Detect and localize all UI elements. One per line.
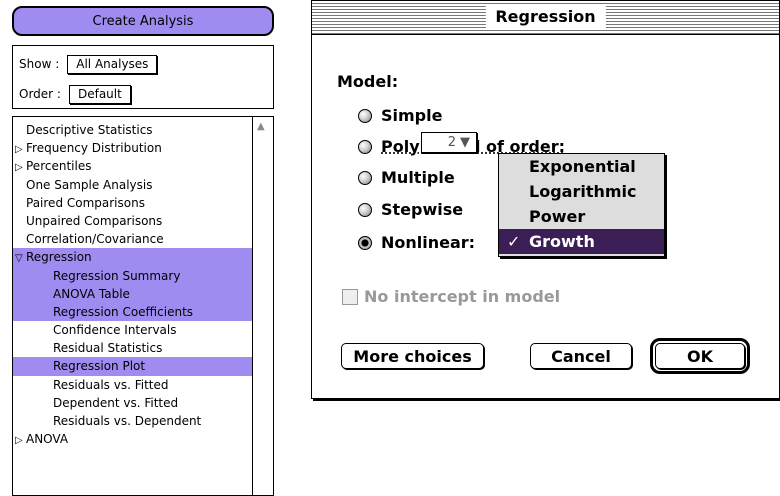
list-item[interactable]: One Sample Analysis <box>13 176 253 194</box>
analysis-palette: Create Analysis Show : All Analyses Orde… <box>0 0 287 496</box>
list-item[interactable]: Residuals vs. Fitted <box>13 376 253 394</box>
cancel-button[interactable]: Cancel <box>530 343 632 369</box>
list-item-label: Dependent vs. Fitted <box>53 395 179 410</box>
no-intercept-option: No intercept in model <box>342 287 560 306</box>
list-item-label: Paired Comparisons <box>26 195 145 210</box>
list-item[interactable]: Residuals vs. Dependent <box>13 412 253 430</box>
model-label: Model: <box>337 72 399 91</box>
show-row: Show : All Analyses <box>19 54 158 74</box>
list-item-label: Unpaired Comparisons <box>26 213 163 228</box>
dropdown-arrow-icon: ▼ <box>460 135 470 150</box>
radio-label: Nonlinear: <box>381 233 476 252</box>
show-select[interactable]: All Analyses <box>67 54 158 74</box>
list-item-label: One Sample Analysis <box>26 177 153 192</box>
radio-label: Multiple <box>381 168 455 187</box>
list-item[interactable]: ▷ Percentiles <box>13 157 253 175</box>
analysis-list-items: Descriptive Statistics ▷ Frequency Distrib… <box>13 121 253 448</box>
filter-options: Show : All Analyses Order : Default <box>12 45 274 109</box>
list-item-label: Descriptive Statistics <box>26 123 153 137</box>
list-item[interactable]: Dependent vs. Fitted <box>13 394 253 412</box>
radio-stepwise[interactable]: Stepwise <box>358 200 463 219</box>
list-item[interactable]: Regression Summary <box>13 266 253 285</box>
no-intercept-checkbox <box>342 288 358 305</box>
list-item-label: Correlation/Covariance <box>26 232 164 247</box>
list-item-label: Residual Statistics <box>53 341 163 356</box>
list-item-label: Frequency Distribution <box>26 141 162 156</box>
menu-item-label: Growth <box>529 232 595 251</box>
list-item-label: Regression <box>26 250 92 265</box>
order-row: Order : Default <box>19 84 131 104</box>
radio-button-icon <box>358 139 372 154</box>
menu-item-logarithmic[interactable]: Logarithmic <box>499 179 664 204</box>
list-item[interactable]: Descriptive Statistics <box>13 121 253 139</box>
radio-button-icon <box>358 170 372 185</box>
list-item-label: Regression Coefficients <box>53 304 194 319</box>
list-item[interactable]: Confidence Intervals <box>13 321 253 339</box>
dialog-titlebar[interactable]: Regression <box>312 1 779 35</box>
disclosure-triangle-icon[interactable]: ▷ <box>15 432 26 450</box>
list-item[interactable]: ▽ Regression <box>13 248 253 267</box>
analysis-list[interactable]: Descriptive Statistics ▷ Frequency Distrib… <box>12 116 274 496</box>
radio-simple[interactable]: Simple <box>358 106 442 125</box>
radio-button-icon <box>358 108 372 123</box>
radio-nonlinear[interactable]: Nonlinear: <box>358 233 475 252</box>
nonlinear-type-menu[interactable]: Exponential Logarithmic Power ✓ Growth <box>498 153 665 257</box>
checkmark-icon: ✓ <box>507 232 521 251</box>
menu-item-power[interactable]: Power <box>499 204 664 229</box>
radio-label: Simple <box>381 106 443 125</box>
list-item[interactable]: Regression Coefficients <box>13 302 253 322</box>
menu-item-growth[interactable]: ✓ Growth <box>499 229 664 254</box>
order-label: Order : <box>19 87 61 101</box>
list-item[interactable]: ▷ ANOVA <box>13 430 253 448</box>
radio-button-selected-icon <box>358 235 372 250</box>
no-intercept-label: No intercept in model <box>364 287 561 306</box>
list-item[interactable]: Correlation/Covariance <box>13 230 253 248</box>
radio-label: Stepwise <box>381 200 464 219</box>
list-item[interactable]: ▷ Frequency Distribution <box>13 139 253 157</box>
create-analysis-button[interactable]: Create Analysis <box>12 6 274 36</box>
list-item-label: Residuals vs. Dependent <box>53 414 202 428</box>
list-item[interactable]: Regression Plot <box>13 357 253 376</box>
more-choices-button[interactable]: More choices <box>341 343 484 369</box>
list-item-label: Residuals vs. Fitted <box>53 377 169 392</box>
list-item[interactable]: ANOVA Table <box>13 284 253 303</box>
list-item-label: Regression Summary <box>53 268 181 283</box>
list-item-label: Percentiles <box>26 159 92 174</box>
list-item[interactable]: Paired Comparisons <box>13 194 253 212</box>
list-item[interactable]: Unpaired Comparisons <box>13 212 253 230</box>
order-select[interactable]: Default <box>68 84 131 104</box>
list-item-label: ANOVA Table <box>53 286 130 301</box>
order-value: 2 <box>447 135 456 150</box>
menu-item-exponential[interactable]: Exponential <box>499 154 664 179</box>
polynomial-order-select[interactable]: 2 ▼ <box>421 132 477 153</box>
list-item-label: Confidence Intervals <box>53 323 177 338</box>
radio-multiple[interactable]: Multiple <box>358 168 455 187</box>
radio-button-icon <box>358 202 372 217</box>
list-item[interactable]: Residual Statistics <box>13 339 253 357</box>
scroll-up-arrow-icon[interactable]: ▲ <box>257 121 265 132</box>
ok-button[interactable]: OK <box>650 338 750 374</box>
show-label: Show : <box>19 57 60 71</box>
list-scrollbar[interactable]: ▲ <box>252 117 273 495</box>
list-item-label: Regression Plot <box>53 359 146 374</box>
list-item-label: ANOVA <box>26 432 69 447</box>
dialog-title: Regression <box>485 6 606 28</box>
